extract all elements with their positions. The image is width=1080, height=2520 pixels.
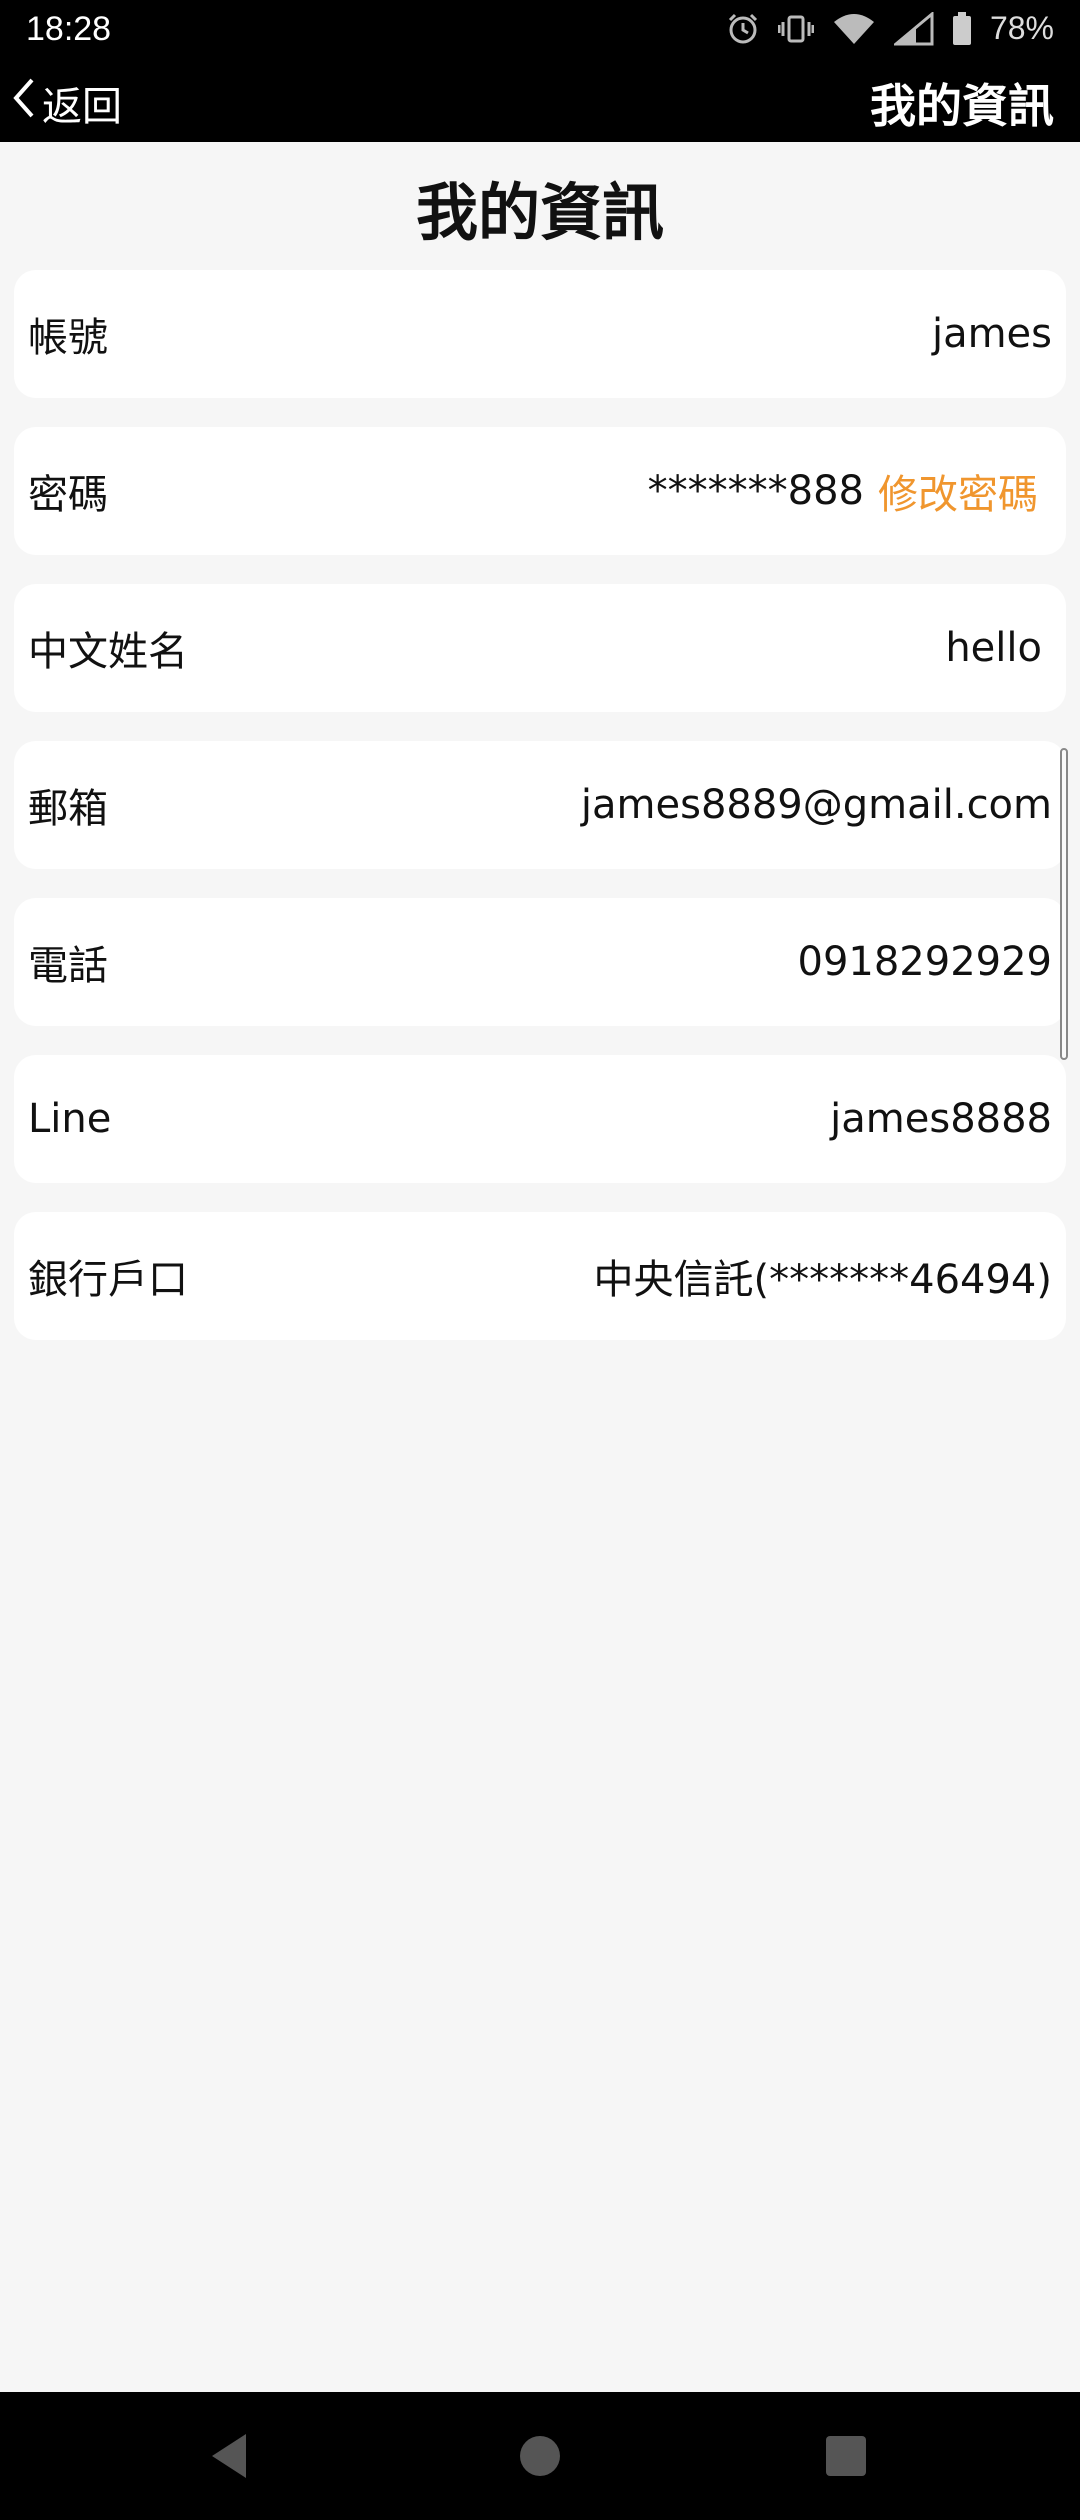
system-nav-bar — [0, 2392, 1080, 2520]
top-navbar: 返回 我的資訊 — [0, 64, 1080, 142]
account-row: 帳號 james — [14, 270, 1066, 398]
line-row: Line james8888 — [14, 1055, 1066, 1183]
bank-account-label: 銀行戶口 — [28, 1257, 188, 1303]
back-triangle-icon[interactable] — [202, 2428, 258, 2484]
battery-icon — [952, 11, 972, 46]
chinese-name-row: 中文姓名 hello — [14, 584, 1066, 712]
password-value: *******888 — [647, 468, 864, 514]
recents-square-icon[interactable] — [818, 2428, 874, 2484]
home-circle-icon[interactable] — [512, 2428, 568, 2484]
scrollbar[interactable] — [1060, 748, 1068, 1060]
back-button[interactable]: 返回 — [10, 68, 122, 138]
back-label: 返回 — [42, 84, 122, 130]
wifi-icon — [832, 12, 876, 46]
nav-title: 我的資訊 — [870, 79, 1054, 133]
phone-label: 電話 — [28, 943, 108, 989]
status-icons: 78% — [726, 10, 1054, 47]
bank-account-value: 中央信託(*******46494) — [593, 1257, 1052, 1303]
status-bar: 18:28 78% — [0, 0, 1080, 64]
info-list: 帳號 james 密碼 *******888 修改密碼 中文姓名 hello 郵… — [14, 270, 1066, 1369]
status-time: 18:28 — [26, 10, 112, 48]
email-row: 郵箱 james8889@gmail.com — [14, 741, 1066, 869]
account-value: james — [931, 311, 1052, 357]
line-label: Line — [28, 1096, 112, 1142]
battery-percent: 78% — [989, 10, 1054, 46]
phone-row: 電話 0918292929 — [14, 898, 1066, 1026]
chevron-left-icon — [10, 76, 36, 130]
account-label: 帳號 — [28, 315, 108, 361]
page-title: 我的資訊 — [415, 176, 664, 249]
signal-icon — [893, 11, 934, 46]
password-right: *******888 修改密碼 — [648, 462, 1052, 520]
alarm-icon — [726, 12, 760, 46]
password-label: 密碼 — [28, 472, 108, 518]
phone-value: 0918292929 — [797, 939, 1053, 985]
bank-account-row: 銀行戶口 中央信託(*******46494) — [14, 1212, 1066, 1340]
vibrate-icon — [777, 12, 814, 46]
change-password-link[interactable]: 修改密碼 — [878, 462, 1052, 520]
chinese-name-value: hello — [945, 625, 1042, 671]
chinese-name-label: 中文姓名 — [28, 629, 188, 675]
email-label: 郵箱 — [28, 786, 108, 832]
line-value: james8888 — [830, 1096, 1052, 1142]
email-value: james8889@gmail.com — [580, 782, 1052, 828]
password-row: 密碼 *******888 修改密碼 — [14, 427, 1066, 555]
